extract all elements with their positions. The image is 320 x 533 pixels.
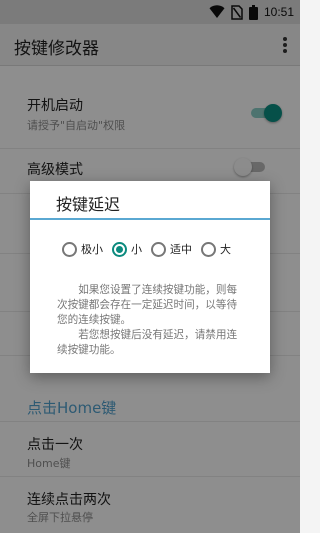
dialog-paragraph: 如果您设置了连续按键功能，则每次按键都会存在一定延迟时间，以等待您的连续按键。 <box>57 284 238 326</box>
radio-label: 大 <box>220 243 231 256</box>
radio-medium[interactable]: 适中 <box>151 241 192 257</box>
radio-circle[interactable] <box>62 241 77 257</box>
radio-circle[interactable] <box>112 241 127 257</box>
dialog-description: 如果您设置了连续按键功能，则每次按键都会存在一定延迟时间，以等待您的连续按键。 … <box>57 283 247 358</box>
radio-circle[interactable] <box>151 241 166 257</box>
dialog-divider <box>30 218 270 220</box>
radio-very-small[interactable]: 极小 <box>62 241 103 257</box>
delay-radio-group: 极小 小 适中 大 <box>62 241 240 257</box>
dialog-title: 按键延迟 <box>56 195 121 214</box>
dialog-paragraph: 若您想按键后没有延迟，请禁用连续按键功能。 <box>57 329 238 356</box>
radio-circle[interactable] <box>201 241 216 257</box>
radio-large[interactable]: 大 <box>201 241 231 257</box>
key-delay-dialog: 按键延迟 极小 小 适中 大 如果您设置了连续按键功能，则每次按键都会存在一定延… <box>30 181 270 373</box>
radio-label: 极小 <box>81 243 103 256</box>
radio-label: 适中 <box>170 243 192 256</box>
radio-small[interactable]: 小 <box>112 241 142 257</box>
radio-label: 小 <box>131 243 142 256</box>
